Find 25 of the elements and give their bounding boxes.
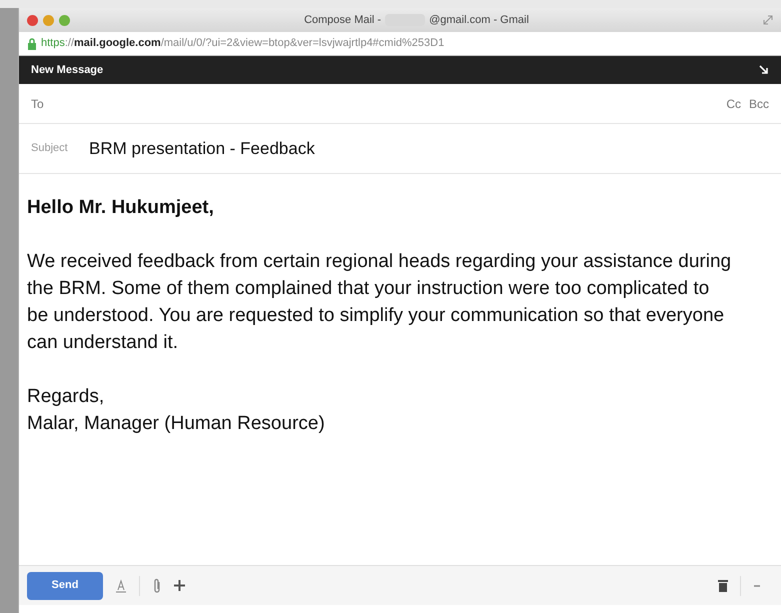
compose-title: New Message [31, 62, 104, 78]
zoom-icon[interactable] [59, 14, 70, 26]
body-paragraph: We received feedback from certain regional heads regarding your assistance during the BRM. Some of them complained that your instruction were too complicated to be understood. You are requested to simplify your communication so that everyone can understand it. [27, 250, 732, 355]
signature-line: Regards, [27, 385, 106, 409]
greeting-text: Hello Mr. Hukumjeet, [27, 196, 215, 220]
window-title: @gmail.com - Gmail [429, 12, 529, 28]
subject-field[interactable]: BRM presentation - Feedback [89, 136, 315, 162]
lock-icon [27, 38, 37, 50]
close-icon[interactable] [27, 14, 38, 26]
signature-line: Malar, Manager (Human Resource) [27, 412, 326, 436]
to-label: To [31, 96, 44, 112]
subject-label: Subject [31, 141, 69, 156]
url-text[interactable]: https://mail.google.com/mail/u/0/?ui=2&view=btop&ver=lsvjwajrtlp4#cmid%253D1 [41, 35, 444, 52]
paperclip-icon[interactable] [152, 578, 162, 594]
minimize-arrow-icon[interactable] [759, 65, 769, 75]
fullscreen-icon[interactable] [763, 15, 773, 25]
window-title: Compose Mail - [304, 12, 382, 28]
minimize-icon[interactable] [43, 14, 54, 26]
trash-icon[interactable] [718, 579, 728, 592]
send-button[interactable]: Send [27, 572, 103, 600]
plus-icon[interactable] [174, 580, 185, 591]
cc-link[interactable]: Cc [726, 94, 741, 112]
bcc-link[interactable]: Bcc [748, 94, 769, 112]
more-options-icon[interactable] [753, 584, 761, 588]
text-format-icon[interactable] [115, 578, 127, 592]
